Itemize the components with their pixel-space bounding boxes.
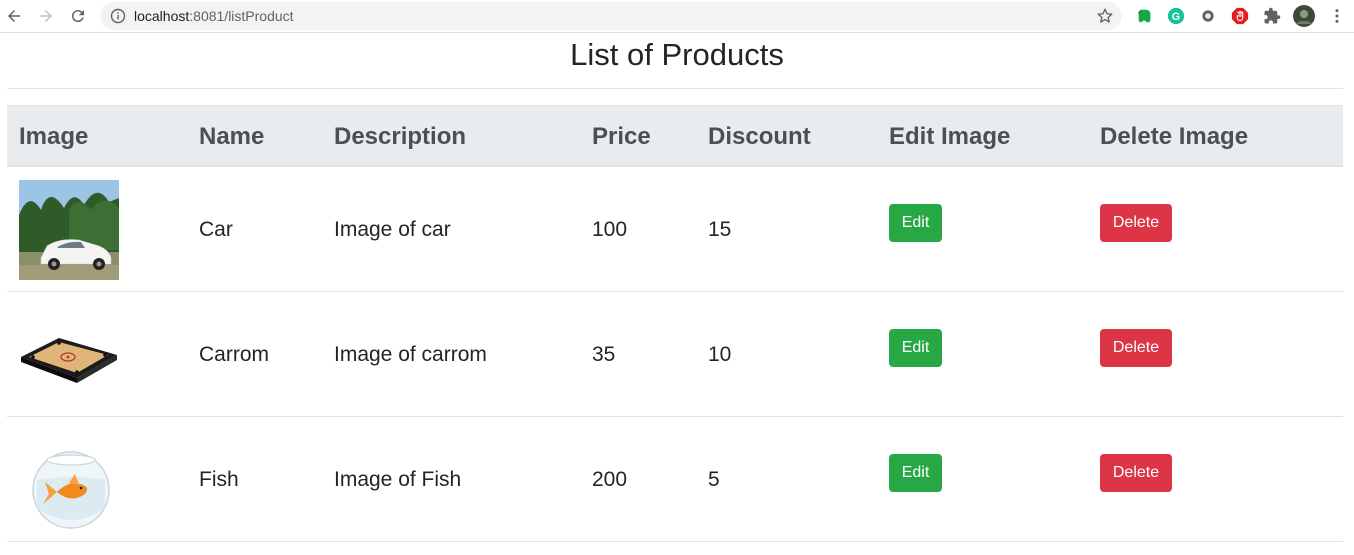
title-divider: [7, 88, 1343, 89]
header-image: Image: [19, 123, 89, 150]
address-bar[interactable]: localhost:8081/listProduct: [100, 2, 1122, 30]
cell-description: Image of car: [334, 218, 451, 241]
reload-icon[interactable]: [66, 4, 90, 28]
star-icon[interactable]: [1096, 7, 1114, 25]
cell-name: Carrom: [199, 343, 270, 366]
cell-name: Car: [199, 218, 233, 241]
cell-price: 100: [592, 218, 628, 241]
page-title: List of Products: [570, 37, 784, 72]
evernote-icon[interactable]: [1135, 6, 1155, 26]
header-name: Name: [199, 123, 265, 150]
fish-image: [32, 451, 110, 529]
browser-toolbar: localhost:8081/listProduct G: [0, 0, 1354, 33]
info-icon[interactable]: [110, 8, 126, 24]
table-row: Carrom Image of carrom 35 10 Edit Delete: [7, 292, 1343, 417]
cell-discount: 10: [708, 343, 732, 366]
header-description: Description: [334, 123, 467, 150]
table-row: Car Image of car 100 15 Edit Delete: [7, 167, 1343, 292]
carrom-image: [21, 338, 117, 383]
header-edit-image: Edit Image: [889, 123, 1011, 150]
delete-button[interactable]: Delete: [1100, 329, 1172, 367]
table-header: Image Name Description Price Discount Ed…: [7, 105, 1343, 167]
grammarly-icon[interactable]: G: [1166, 6, 1186, 26]
extension-icon[interactable]: [1198, 6, 1218, 26]
cell-discount: 5: [708, 468, 720, 491]
header-delete-image: Delete Image: [1100, 123, 1249, 150]
edit-button[interactable]: Edit: [889, 329, 942, 367]
table-row: Fish Image of Fish 200 5 Edit Delete: [7, 417, 1343, 542]
back-icon[interactable]: [2, 4, 26, 28]
header-discount: Discount: [708, 123, 811, 150]
url-path: :8081/listProduct: [189, 8, 294, 24]
adblock-icon[interactable]: [1230, 6, 1250, 26]
edit-button[interactable]: Edit: [889, 454, 942, 492]
cell-description: Image of carrom: [334, 343, 487, 366]
cell-description: Image of Fish: [334, 468, 462, 491]
svg-text:G: G: [1172, 11, 1180, 23]
puzzle-icon[interactable]: [1262, 6, 1282, 26]
car-image: [19, 180, 119, 280]
profile-avatar[interactable]: [1293, 5, 1315, 27]
cell-discount: 15: [708, 218, 732, 241]
cell-price: 35: [592, 343, 616, 366]
header-price: Price: [592, 123, 651, 150]
cell-price: 200: [592, 468, 628, 491]
delete-button[interactable]: Delete: [1100, 454, 1172, 492]
forward-icon[interactable]: [34, 4, 58, 28]
delete-button[interactable]: Delete: [1100, 204, 1172, 242]
url-host: localhost: [134, 8, 190, 24]
products-table: Image Name Description Price Discount Ed…: [7, 105, 1343, 542]
menu-icon[interactable]: [1327, 6, 1347, 26]
url-text: localhost:8081/listProduct: [134, 8, 294, 24]
cell-name: Fish: [199, 468, 239, 491]
edit-button[interactable]: Edit: [889, 204, 942, 242]
